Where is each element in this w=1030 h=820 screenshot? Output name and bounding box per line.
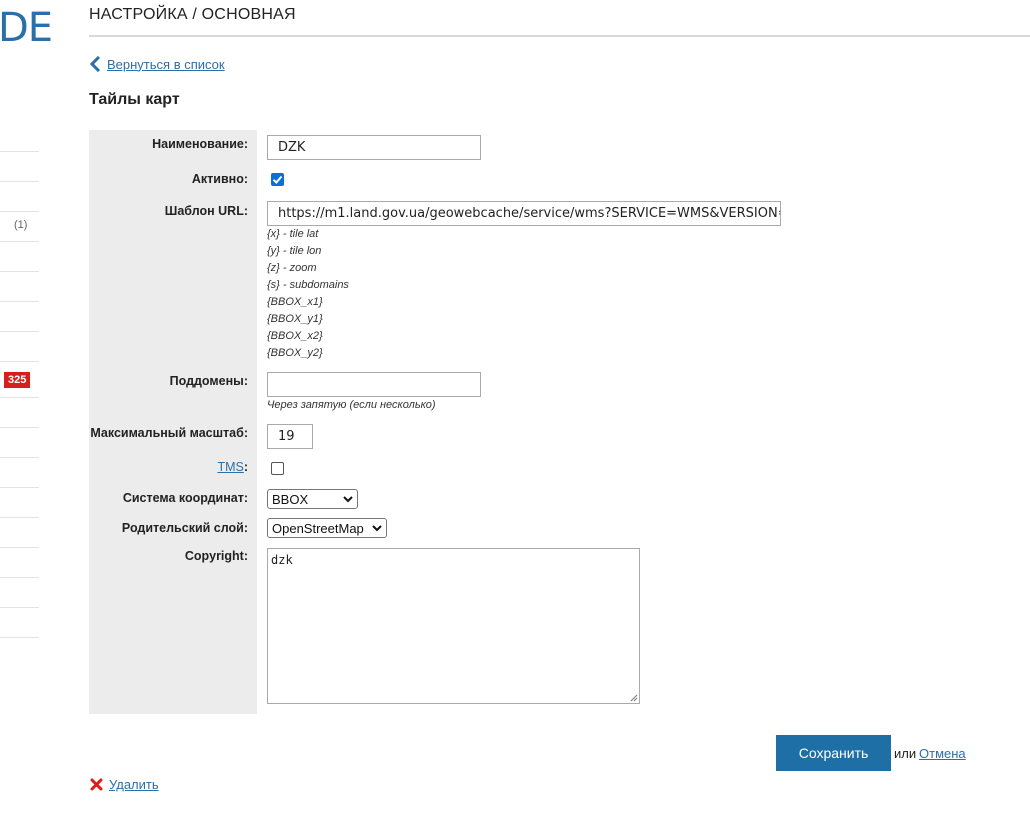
url-hint: {z} - zoom xyxy=(267,262,317,274)
or-text: или xyxy=(894,746,917,761)
sidebar-divider xyxy=(0,361,39,362)
save-button[interactable]: Сохранить xyxy=(776,735,891,771)
cancel-link[interactable]: Отмена xyxy=(919,746,966,761)
coord-system-label: Система координат: xyxy=(122,491,248,505)
sidebar-divider xyxy=(0,181,39,182)
checkmark-icon xyxy=(272,175,283,184)
tms-colon: : xyxy=(243,460,248,474)
sidebar-divider xyxy=(0,577,39,578)
sidebar-divider xyxy=(0,487,39,488)
delete-link-label: Удалить xyxy=(109,777,159,792)
parent-layer-select[interactable]: OpenStreetMap xyxy=(267,518,387,538)
resize-handle-icon[interactable] xyxy=(629,693,638,702)
sidebar-badge[interactable]: 325 xyxy=(4,372,31,388)
sidebar-divider xyxy=(0,517,39,518)
coord-system-value: BBOX xyxy=(272,491,309,507)
tms-link[interactable]: TMS xyxy=(217,460,243,474)
sidebar-item-count[interactable]: (1) xyxy=(14,219,27,231)
back-link-label: Вернуться в список xyxy=(107,56,225,72)
delete-link[interactable]: Удалить xyxy=(90,777,159,792)
url-hint: {BBOX_y1} xyxy=(267,313,323,325)
name-input[interactable]: DZK xyxy=(267,135,481,160)
subdomains-hint: Через запятую (если несколько) xyxy=(267,399,436,411)
tms-label: TMS: xyxy=(89,460,248,474)
sidebar-divider xyxy=(0,241,39,242)
url-template-input[interactable]: https://m1.land.gov.ua/geowebcache/servi… xyxy=(267,201,781,226)
max-zoom-label: Максимальный масштаб: xyxy=(90,426,248,440)
parent-layer-label: Родительский слой: xyxy=(121,521,248,535)
tms-checkbox[interactable] xyxy=(271,462,284,475)
copyright-textarea[interactable]: dzk xyxy=(267,548,640,704)
sidebar: DE (1) 325 xyxy=(0,0,53,820)
url-hint: {s} - subdomains xyxy=(267,279,349,291)
copyright-label: Copyright: xyxy=(184,549,248,563)
page-title: НАСТРОЙКА / ОСНОВНАЯ xyxy=(89,6,296,23)
sidebar-divider xyxy=(0,397,39,398)
url-template-label: Шаблон URL: xyxy=(164,204,248,218)
sidebar-divider xyxy=(0,211,39,212)
parent-layer-value: OpenStreetMap xyxy=(272,520,364,536)
sidebar-divider xyxy=(0,301,39,302)
url-hint: {x} - tile lat xyxy=(267,228,319,240)
chevron-down-icon xyxy=(343,495,353,502)
name-label: Наименование: xyxy=(152,137,248,151)
logo: DE xyxy=(0,5,53,51)
sidebar-divider xyxy=(0,151,39,152)
max-zoom-input[interactable]: 19 xyxy=(267,424,313,449)
delete-x-icon xyxy=(90,778,103,791)
coord-system-select[interactable]: BBOX xyxy=(267,489,358,509)
sidebar-divider xyxy=(0,607,39,608)
url-hint: {BBOX_x2} xyxy=(267,330,323,342)
copyright-value: dzk xyxy=(271,553,293,567)
chevron-left-icon xyxy=(90,56,101,72)
sidebar-divider xyxy=(0,427,39,428)
url-hint: {y} - tile lon xyxy=(267,245,322,257)
section-title: Тайлы карт xyxy=(89,91,180,108)
sidebar-divider xyxy=(0,547,39,548)
back-to-list-link[interactable]: Вернуться в список xyxy=(90,56,225,72)
sidebar-divider xyxy=(0,331,39,332)
active-label: Активно: xyxy=(191,172,248,186)
url-hint: {BBOX_x1} xyxy=(267,296,323,308)
sidebar-divider xyxy=(0,637,39,638)
header-divider xyxy=(89,35,1030,37)
chevron-down-icon xyxy=(372,524,382,531)
sidebar-divider xyxy=(0,271,39,272)
url-hint: {BBOX_y2} xyxy=(267,347,323,359)
sidebar-divider xyxy=(0,457,39,458)
subdomains-input[interactable] xyxy=(267,372,481,397)
subdomains-label: Поддомены: xyxy=(169,374,248,388)
active-checkbox[interactable] xyxy=(271,173,284,186)
